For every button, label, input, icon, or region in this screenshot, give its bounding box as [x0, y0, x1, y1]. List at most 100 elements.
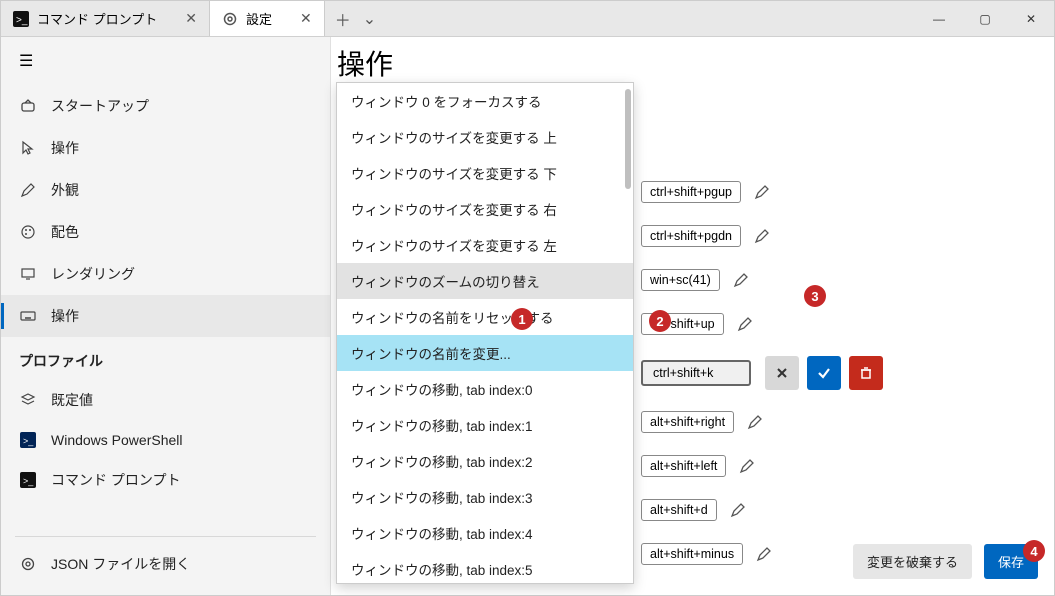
gear-icon: [222, 11, 238, 27]
dropdown-item[interactable]: ウィンドウの移動, tab index:5: [337, 551, 633, 583]
shortcut-row: ctrl+shift+pgup: [641, 177, 883, 207]
tab-label: コマンド プロンプト: [37, 9, 157, 28]
pencil-icon[interactable]: [751, 181, 773, 203]
sidebar-item-cmd[interactable]: >_ コマンド プロンプト: [1, 459, 330, 501]
discard-button[interactable]: 変更を破棄する: [853, 544, 972, 579]
pencil-icon[interactable]: [727, 499, 749, 521]
key-label: win+sc(41): [641, 269, 720, 291]
new-tab-controls: ＋ ⌄: [325, 1, 386, 36]
chevron-down-icon[interactable]: ⌄: [363, 9, 376, 29]
key-label: alt+shift+right: [641, 411, 734, 433]
sidebar-item-actions[interactable]: 操作: [1, 295, 330, 337]
pencil-icon[interactable]: [734, 313, 756, 335]
shortcut-row: alt+shift+right: [641, 407, 883, 437]
shortcut-row: alt+shift+minus: [641, 539, 883, 569]
page-title: 操作: [337, 43, 393, 83]
scrollbar[interactable]: [625, 89, 631, 189]
shortcut-list: ctrl+shift+pgup ctrl+shift+pgdn win+sc(41)…: [641, 177, 883, 569]
sidebar-item-colors[interactable]: 配色: [1, 211, 330, 253]
dropdown-item[interactable]: ウィンドウの移動, tab index:3: [337, 479, 633, 515]
sidebar-item-powershell[interactable]: >_ Windows PowerShell: [1, 421, 330, 459]
sidebar-item-label: 操作: [51, 138, 79, 158]
svg-text:>_: >_: [23, 436, 34, 446]
sidebar-item-label: 外観: [51, 180, 79, 200]
dropdown-item[interactable]: ウィンドウのサイズを変更する 左: [337, 227, 633, 263]
tab-cmd[interactable]: >_ コマンド プロンプト ✕: [1, 1, 210, 36]
pencil-icon[interactable]: [744, 411, 766, 433]
sidebar-item-defaults[interactable]: 既定値: [1, 379, 330, 421]
callout-marker-2: 2: [649, 310, 671, 332]
delete-button[interactable]: [849, 356, 883, 390]
key-input[interactable]: ctrl+shift+k: [641, 360, 751, 386]
action-dropdown[interactable]: ウィンドウ 0 をフォーカスするウィンドウのサイズを変更する 上ウィンドウのサイ…: [336, 82, 634, 584]
close-button[interactable]: ✕: [1008, 1, 1054, 36]
monitor-icon: [19, 266, 37, 282]
svg-text:>_: >_: [16, 15, 28, 26]
dropdown-item[interactable]: ウィンドウのサイズを変更する 下: [337, 155, 633, 191]
keyboard-icon: [19, 308, 37, 324]
dropdown-item[interactable]: ウィンドウの移動, tab index:0: [337, 371, 633, 407]
save-label: 保存: [998, 552, 1024, 571]
pencil-icon[interactable]: [753, 543, 775, 565]
sidebar-item-label: コマンド プロンプト: [51, 470, 180, 490]
section-label-profiles: プロファイル: [1, 337, 330, 379]
sidebar-item-rendering[interactable]: レンダリング: [1, 253, 330, 295]
cancel-button[interactable]: [765, 356, 799, 390]
maximize-button[interactable]: ▢: [962, 1, 1008, 36]
shortcut-row: alt+shift+up: [641, 309, 883, 339]
hamburger-icon[interactable]: ☰: [1, 37, 330, 85]
sidebar-item-label: JSON ファイルを開く: [51, 554, 190, 574]
callout-marker-1: 1: [511, 308, 533, 330]
dropdown-item[interactable]: ウィンドウの名前を変更...: [337, 335, 633, 371]
sidebar: ☰ スタートアップ 操作 外観 配色: [1, 37, 331, 595]
shortcut-row: win+sc(41): [641, 265, 883, 295]
cursor-icon: [19, 140, 37, 156]
close-icon[interactable]: ✕: [300, 10, 312, 27]
tab-label: 設定: [246, 9, 272, 28]
gear-icon: [19, 556, 37, 572]
bottom-bar: 変更を破棄する 保存: [853, 544, 1038, 579]
sidebar-item-appearance[interactable]: 外観: [1, 169, 330, 211]
sidebar-item-label: Windows PowerShell: [51, 432, 183, 448]
key-label: alt+shift+d: [641, 499, 717, 521]
dropdown-item[interactable]: ウィンドウのサイズを変更する 右: [337, 191, 633, 227]
palette-icon: [19, 224, 37, 240]
sidebar-item-startup[interactable]: スタートアップ: [1, 85, 330, 127]
powershell-icon: >_: [19, 432, 37, 448]
dropdown-item[interactable]: ウィンドウのサイズを変更する 上: [337, 119, 633, 155]
minimize-button[interactable]: —: [916, 1, 962, 36]
confirm-button[interactable]: [807, 356, 841, 390]
pencil-icon[interactable]: [751, 225, 773, 247]
sidebar-item-open-json[interactable]: JSON ファイルを開く: [1, 543, 330, 585]
dropdown-item[interactable]: ウィンドウのズームの切り替え: [337, 263, 633, 299]
key-label: ctrl+shift+pgdn: [641, 225, 741, 247]
sidebar-item-label: スタートアップ: [51, 96, 149, 116]
rocket-icon: [19, 98, 37, 114]
key-label: alt+shift+left: [641, 455, 726, 477]
shortcut-row: alt+shift+d: [641, 495, 883, 525]
svg-text:>_: >_: [23, 476, 34, 486]
dropdown-item[interactable]: ウィンドウの移動, tab index:4: [337, 515, 633, 551]
app-window: >_ コマンド プロンプト ✕ 設定 ✕ ＋ ⌄ — ▢ ✕ ☰: [0, 0, 1055, 596]
dropdown-item[interactable]: ウィンドウの移動, tab index:2: [337, 443, 633, 479]
key-label: ctrl+shift+pgup: [641, 181, 741, 203]
sidebar-item-interaction[interactable]: 操作: [1, 127, 330, 169]
sidebar-item-label: レンダリング: [51, 264, 135, 284]
dropdown-item[interactable]: ウィンドウの移動, tab index:1: [337, 407, 633, 443]
dropdown-item[interactable]: ウィンドウ 0 をフォーカスする: [337, 83, 633, 119]
dropdown-item[interactable]: ウィンドウの名前をリセットする: [337, 299, 633, 335]
titlebar: >_ コマンド プロンプト ✕ 設定 ✕ ＋ ⌄ — ▢ ✕: [1, 1, 1054, 37]
plus-icon[interactable]: ＋: [335, 7, 351, 31]
sidebar-item-label: 配色: [51, 222, 79, 242]
pencil-icon: [19, 182, 37, 198]
close-icon[interactable]: ✕: [185, 10, 197, 27]
pencil-icon[interactable]: [730, 269, 752, 291]
shortcut-row: ctrl+shift+k: [641, 353, 883, 393]
shortcut-row: ctrl+shift+pgdn: [641, 221, 883, 251]
sidebar-item-label: 既定値: [51, 390, 93, 410]
tab-settings[interactable]: 設定 ✕: [210, 1, 325, 36]
callout-marker-4: 4: [1023, 540, 1045, 562]
divider: [15, 536, 316, 537]
cmd-icon: >_: [19, 472, 37, 488]
pencil-icon[interactable]: [736, 455, 758, 477]
